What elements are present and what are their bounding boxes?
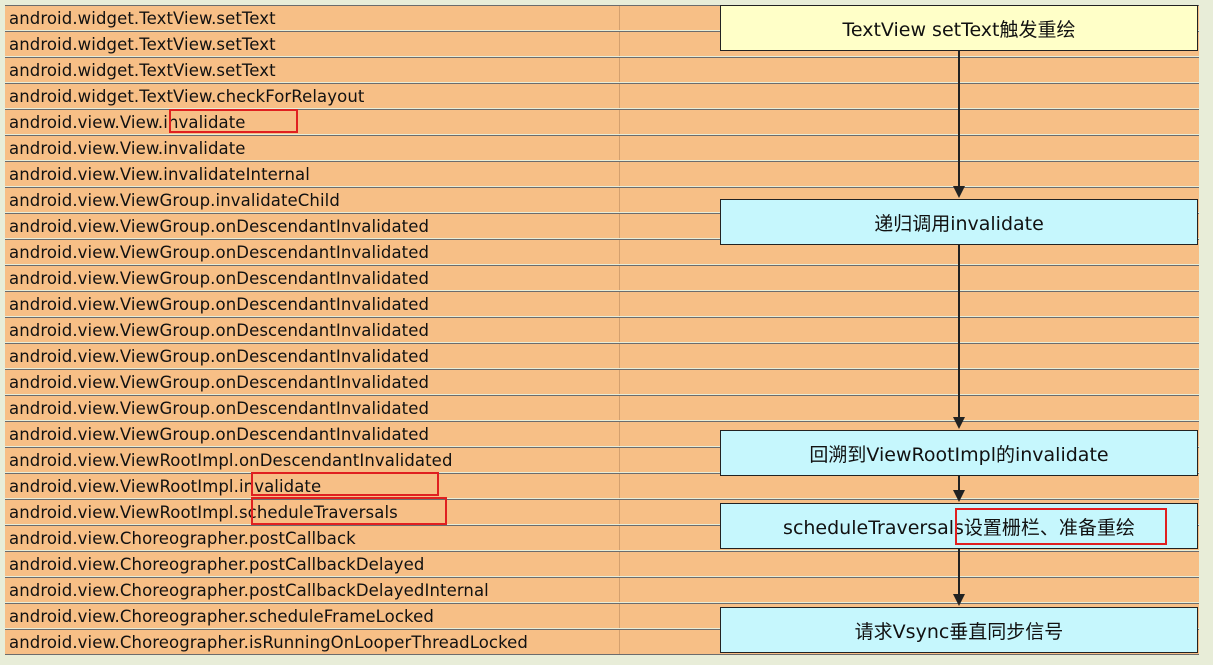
call-stack-row: android.view.ViewGroup.onDescendantInval… <box>5 395 1199 420</box>
method-name: android.view.ViewGroup.onDescendantInval… <box>9 347 430 366</box>
connector-line <box>958 245 960 419</box>
column-divider <box>619 136 620 160</box>
column-divider <box>619 604 620 628</box>
column-divider <box>619 370 620 394</box>
call-stack-row: android.widget.TextView.checkForRelayout <box>5 83 1199 108</box>
method-name: android.widget.TextView.setText <box>9 61 276 80</box>
method-name: android.view.ViewGroup.onDescendantInval… <box>9 399 430 418</box>
column-divider <box>619 110 620 134</box>
call-stack-row: android.view.ViewGroup.onDescendantInval… <box>5 291 1199 316</box>
column-divider <box>619 240 620 264</box>
method-name: android.view.Choreographer.postCallbackD… <box>9 581 489 600</box>
method-name: android.view.ViewGroup.onDescendantInval… <box>9 217 430 236</box>
column-divider <box>619 448 620 472</box>
call-stack-row: android.view.View.invalidate <box>5 135 1199 160</box>
column-divider <box>619 474 620 498</box>
arrow-down-icon <box>953 186 965 198</box>
method-name: android.view.Choreographer.postCallback <box>9 529 356 548</box>
column-divider <box>619 344 620 368</box>
column-divider <box>619 58 620 82</box>
column-divider <box>619 292 620 316</box>
column-divider <box>619 6 620 30</box>
call-stack-row: android.view.ViewGroup.onDescendantInval… <box>5 369 1199 394</box>
call-stack-row: android.view.ViewGroup.onDescendantInval… <box>5 343 1199 368</box>
column-divider <box>619 266 620 290</box>
column-divider <box>619 32 620 56</box>
column-divider <box>619 500 620 524</box>
column-divider <box>619 552 620 576</box>
call-stack-row: android.view.Choreographer.postCallbackD… <box>5 577 1199 602</box>
red-highlight-box <box>251 497 447 525</box>
method-name: android.view.Choreographer.isRunningOnLo… <box>9 633 528 652</box>
method-name: android.view.ViewGroup.invalidateChild <box>9 191 340 210</box>
method-name: android.widget.TextView.setText <box>9 9 276 28</box>
call-stack-diagram: android.widget.TextView.setText android.w… <box>0 0 1213 665</box>
column-divider <box>619 578 620 602</box>
arrow-down-icon <box>953 490 965 502</box>
call-stack-row: android.widget.TextView.setText <box>5 57 1199 82</box>
method-name: android.view.ViewGroup.onDescendantInval… <box>9 373 430 392</box>
call-stack-row: android.view.View.invalidateInternal <box>5 161 1199 186</box>
method-name: android.view.ViewGroup.onDescendantInval… <box>9 243 430 262</box>
method-name: android.view.ViewGroup.onDescendantInval… <box>9 321 430 340</box>
red-highlight-box <box>251 472 439 496</box>
column-divider <box>619 630 620 654</box>
method-name: android.view.View.invalidate <box>9 139 246 158</box>
method-name: android.view.ViewGroup.onDescendantInval… <box>9 425 430 444</box>
column-divider <box>619 318 620 342</box>
method-name: android.widget.TextView.setText <box>9 35 276 54</box>
connector-line <box>958 549 960 596</box>
method-name: android.view.View.invalidateInternal <box>9 165 310 184</box>
callout-box: 请求Vsync垂直同步信号 <box>720 607 1198 653</box>
red-highlight-box <box>955 508 1167 545</box>
column-divider <box>619 162 620 186</box>
method-name: android.view.ViewRootImpl.onDescendantIn… <box>9 451 453 470</box>
call-stack-row: android.view.Choreographer.postCallbackD… <box>5 551 1199 576</box>
column-divider <box>619 84 620 108</box>
column-divider <box>619 422 620 446</box>
callout-box: 递归调用invalidate <box>720 199 1198 245</box>
method-name: android.view.Choreographer.scheduleFrame… <box>9 607 434 626</box>
column-divider <box>619 396 620 420</box>
method-name: android.view.ViewGroup.onDescendantInval… <box>9 295 430 314</box>
callout-box: 回溯到ViewRootImpl的invalidate <box>720 430 1198 476</box>
red-highlight-box <box>169 109 298 133</box>
column-divider <box>619 526 620 550</box>
arrow-down-icon <box>953 594 965 606</box>
call-stack-row: android.view.ViewRootImpl.invalidate <box>5 473 1199 498</box>
call-stack-row: android.view.ViewGroup.onDescendantInval… <box>5 265 1199 290</box>
connector-line <box>958 51 960 188</box>
callout-box: TextView setText触发重绘 <box>720 5 1198 51</box>
column-divider <box>619 188 620 212</box>
column-divider <box>619 214 620 238</box>
arrow-down-icon <box>953 417 965 429</box>
method-name: android.widget.TextView.checkForRelayout <box>9 87 365 106</box>
method-name: android.view.ViewGroup.onDescendantInval… <box>9 269 430 288</box>
method-name: android.view.Choreographer.postCallbackD… <box>9 555 425 574</box>
call-stack-row: android.view.ViewGroup.onDescendantInval… <box>5 317 1199 342</box>
